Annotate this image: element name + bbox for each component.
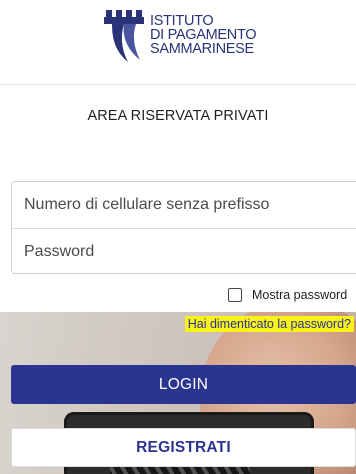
header: ISTITUTO DI PAGAMENTO SAMMARINESE [0,0,356,84]
forgot-password-link[interactable]: Hai dimenticato la password? [184,316,354,332]
logo-tower-icon [104,10,144,62]
password-input[interactable] [12,229,356,275]
show-password-checkbox[interactable] [228,288,242,302]
logo-line-3: SAMMARINESE [150,41,254,57]
logo-line-2: DI PAGAMENTO [150,27,257,43]
register-button[interactable]: REGISTRATI [11,428,356,467]
show-password-label: Mostra password [252,288,348,302]
logo-wordmark: ISTITUTO DI PAGAMENTO SAMMARINESE [150,13,290,57]
logo-line-1: ISTITUTO [150,13,214,29]
login-button[interactable]: LOGIN [11,365,356,404]
page-title: AREA RISERVATA PRIVATI [87,108,269,124]
phone-number-input[interactable] [12,182,356,228]
login-form [11,181,356,275]
show-password-toggle[interactable]: Mostra password [228,287,347,303]
header-divider [0,84,356,85]
